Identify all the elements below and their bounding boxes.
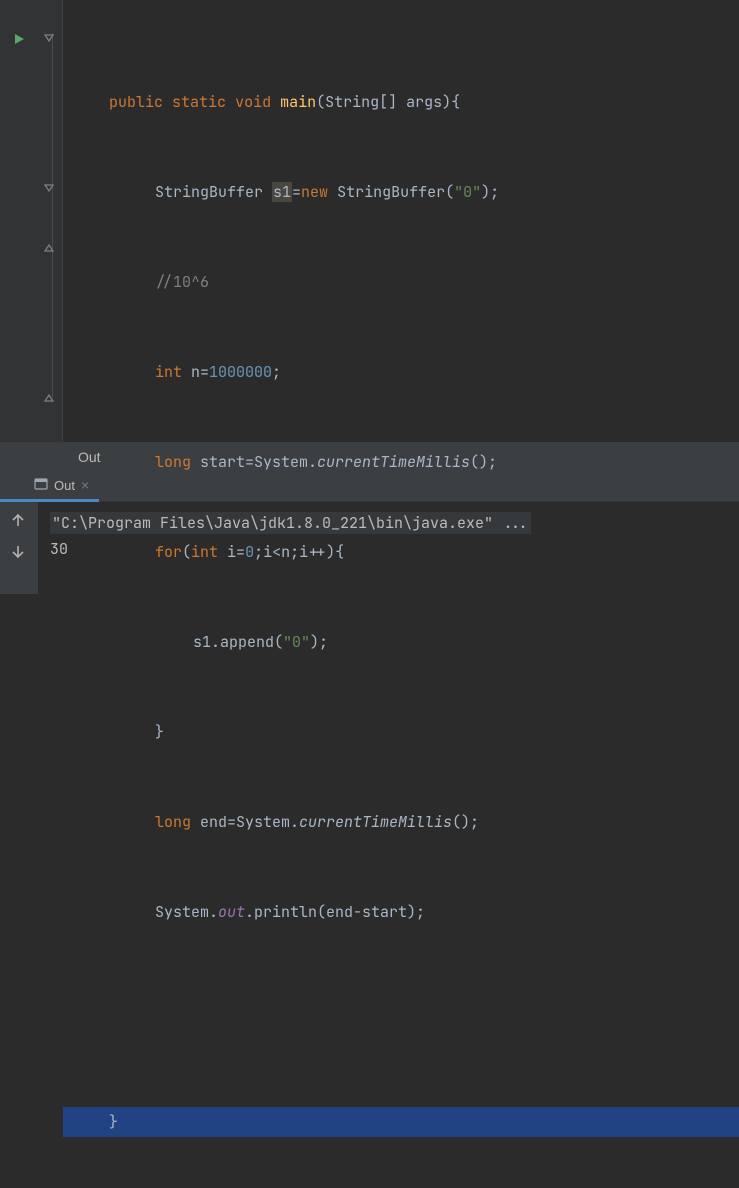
kw-new: new [301, 182, 328, 202]
code-text: (); [452, 812, 479, 832]
code-text: (String[] args){ [316, 92, 460, 112]
run-config-icon [34, 477, 48, 494]
code-text: ); [310, 632, 328, 652]
code-text: end=System. [191, 812, 299, 832]
arrow-down-icon[interactable] [10, 544, 28, 562]
run-gutter [0, 0, 38, 442]
code-text: i= [218, 542, 245, 562]
code-text: ); [481, 182, 499, 202]
fold-close-icon[interactable] [44, 243, 54, 253]
var-highlight: s1 [272, 182, 292, 202]
editor-area: public static void main(String[] args){ … [0, 0, 739, 442]
code-text: } [109, 1112, 118, 1132]
kw-long: long [155, 452, 191, 472]
kw-long: long [155, 812, 191, 832]
fold-open-icon[interactable] [44, 183, 54, 193]
method-name: main [280, 92, 316, 112]
comment: //10^6 [155, 272, 209, 292]
code-text: } [155, 722, 164, 742]
code-text: = [292, 182, 301, 202]
kw-void: void [235, 92, 271, 112]
code-text: StringBuffer [155, 182, 272, 202]
code-text: start=System. [191, 452, 317, 472]
kw-static: static [172, 92, 226, 112]
code-text: n= [182, 362, 209, 382]
kw-public: public [109, 92, 163, 112]
kw-int: int [155, 362, 182, 382]
run-gutter-icon[interactable] [13, 30, 25, 50]
number-literal: 0 [245, 542, 254, 562]
code-text: ;i<n;i++){ [254, 542, 344, 562]
method-call: currentTimeMillis [299, 812, 452, 832]
kw-int: int [191, 542, 218, 562]
code-editor[interactable]: public static void main(String[] args){ … [63, 0, 739, 442]
rerun-up-icon[interactable] [10, 512, 28, 530]
code-text: System. [155, 902, 218, 922]
code-text: .println(end-start); [245, 902, 425, 922]
code-text: ( [182, 542, 191, 562]
code-text: (); [470, 452, 497, 472]
string-literal: "0" [283, 632, 310, 652]
selected-line: } [63, 1107, 739, 1137]
kw-for: for [155, 542, 182, 562]
run-toolbar [0, 502, 38, 594]
fold-close-icon[interactable] [44, 393, 54, 403]
method-call: currentTimeMillis [317, 452, 470, 472]
string-literal: "0" [454, 182, 481, 202]
code-text: StringBuffer( [328, 182, 454, 202]
field-ref: out [218, 902, 245, 922]
code-text: ; [272, 362, 281, 382]
number-literal: 1000000 [209, 362, 272, 382]
code-text: s1.append( [193, 632, 283, 652]
fold-open-icon[interactable] [44, 33, 54, 43]
fold-gutter [38, 0, 63, 442]
